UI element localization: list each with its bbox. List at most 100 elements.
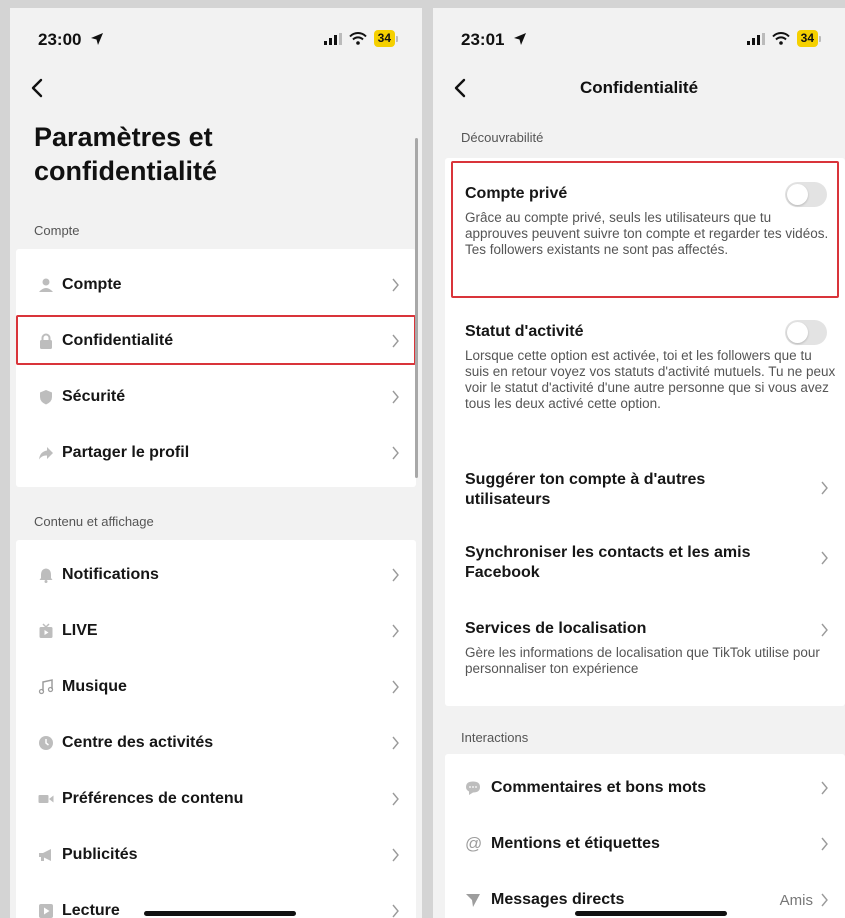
back-arrow-icon[interactable]	[28, 76, 48, 100]
location-arrow-icon	[91, 33, 104, 45]
status-time: 23:01	[461, 30, 527, 50]
left-phone-screen: 23:00 34 Paramètres et confidentialité C…	[10, 8, 422, 918]
megaphone-icon	[39, 849, 51, 861]
section-label-interactions: Interactions	[461, 730, 529, 745]
settings-item-label: Notifications	[62, 566, 159, 583]
shield-icon	[40, 390, 52, 405]
chevron-right-icon	[821, 623, 828, 637]
contenu-settings-card: Notifications LIVE Musique Centre des ac…	[16, 540, 416, 918]
setting-services-localisation[interactable]: Services de localisation Gère les inform…	[445, 598, 845, 698]
home-indicator[interactable]	[575, 911, 727, 916]
status-time: 23:00	[38, 30, 104, 50]
wifi-icon	[348, 32, 367, 45]
settings-item-label: Partager le profil	[62, 444, 190, 461]
status-icons: 34	[323, 30, 398, 47]
status-time-text: 23:00	[38, 30, 82, 49]
settings-item-label: Centre des activités	[62, 734, 214, 751]
chevron-right-icon	[392, 278, 399, 292]
settings-item-label: LIVE	[62, 622, 98, 639]
bell-icon	[39, 568, 53, 583]
scrollbar[interactable]	[415, 138, 418, 478]
setting-title: Statut d'activité	[465, 323, 584, 340]
setting-statut-activite: Statut d'activité Lorsque cette option e…	[445, 298, 845, 448]
signal-icon	[746, 32, 765, 45]
interaction-item-commentaires[interactable]: Commentaires et bons mots	[445, 760, 845, 816]
section-label-contenu: Contenu et affichage	[34, 514, 154, 529]
setting-title: Suggérer ton compte à d'autres utilisate…	[465, 471, 706, 508]
setting-title: Services de localisation	[465, 620, 647, 637]
setting-description: Gère les informations de localisation qu…	[465, 645, 820, 676]
live-tv-icon	[39, 623, 53, 638]
chevron-right-icon	[392, 848, 399, 862]
chevron-right-icon	[821, 781, 828, 795]
music-note-icon	[38, 679, 54, 695]
status-icons: 34	[746, 30, 821, 47]
settings-item-centre-activites[interactable]: Centre des activités	[16, 715, 416, 771]
share-icon	[39, 447, 53, 460]
settings-item-publicites[interactable]: Publicités	[16, 827, 416, 883]
interaction-item-label: Commentaires et bons mots	[491, 779, 707, 796]
settings-item-notifications[interactable]: Notifications	[16, 547, 416, 603]
chevron-right-icon	[392, 904, 399, 918]
comment-icon	[466, 781, 480, 795]
settings-item-preferences-contenu[interactable]: Préférences de contenu	[16, 771, 416, 827]
status-time-text: 23:01	[461, 30, 505, 49]
settings-item-label: Compte	[62, 276, 122, 293]
chevron-right-icon	[392, 446, 399, 460]
compte-settings-card: Compte Confidentialité Sécurité Partager…	[16, 249, 416, 487]
chevron-right-icon	[821, 481, 828, 495]
signal-icon	[323, 32, 342, 45]
battery-tip	[819, 35, 821, 42]
interaction-item-value: Amis	[779, 891, 813, 909]
at-icon: @	[465, 834, 483, 853]
settings-item-label: Lecture	[62, 902, 120, 918]
highlight-box-compte-prive	[451, 161, 839, 298]
chevron-right-icon	[392, 792, 399, 806]
section-label-compte: Compte	[34, 223, 80, 238]
chevron-right-icon	[821, 837, 828, 851]
person-icon	[39, 278, 53, 292]
settings-item-securite[interactable]: Sécurité	[16, 369, 416, 425]
chevron-right-icon	[821, 893, 828, 907]
location-arrow-icon	[514, 33, 527, 45]
settings-item-label: Sécurité	[62, 388, 126, 405]
send-icon	[466, 894, 480, 907]
interaction-item-label: Mentions et étiquettes	[491, 835, 660, 852]
wifi-icon	[771, 32, 790, 45]
setting-synchroniser-contacts[interactable]: Synchroniser les contacts et les amis Fa…	[445, 523, 845, 598]
settings-item-compte[interactable]: Compte	[16, 257, 416, 313]
home-indicator[interactable]	[144, 911, 296, 916]
interaction-item-mentions[interactable]: @ Mentions et étiquettes	[445, 816, 845, 872]
settings-item-partager-profil[interactable]: Partager le profil	[16, 425, 416, 481]
play-icon	[39, 904, 53, 918]
setting-title: Synchroniser les contacts et les amis Fa…	[465, 544, 751, 581]
chevron-right-icon	[392, 390, 399, 404]
settings-item-label: Préférences de contenu	[62, 790, 244, 807]
interaction-item-label: Messages directs	[491, 891, 625, 908]
video-camera-icon	[38, 795, 54, 803]
right-phone-screen: 23:01 34 Confidentialité Découvrabilité …	[433, 8, 845, 918]
chevron-right-icon	[392, 736, 399, 750]
interactions-card: Commentaires et bons mots @ Mentions et …	[445, 754, 845, 918]
highlight-box-confidentialite	[16, 315, 416, 365]
status-bar: 23:01 34	[433, 8, 845, 64]
page-title: Paramètres et confidentialité	[34, 122, 218, 186]
nav-title: Confidentialité	[579, 78, 699, 97]
chevron-right-icon	[392, 680, 399, 694]
status-bar: 23:00 34	[10, 8, 422, 64]
battery-indicator: 34	[373, 30, 395, 47]
settings-item-label: Musique	[62, 678, 127, 695]
statut-activite-toggle[interactable]	[785, 320, 827, 345]
section-label-decouvrabilite: Découvrabilité	[461, 130, 544, 145]
chevron-right-icon	[392, 568, 399, 582]
settings-item-musique[interactable]: Musique	[16, 659, 416, 715]
setting-suggerer-compte[interactable]: Suggérer ton compte à d'autres utilisate…	[445, 448, 845, 523]
settings-item-live[interactable]: LIVE	[16, 603, 416, 659]
setting-description: Lorsque cette option est activée, toi et…	[465, 348, 836, 411]
battery-indicator: 34	[796, 30, 818, 47]
chevron-right-icon	[392, 624, 399, 638]
battery-tip	[396, 35, 398, 42]
settings-item-label: Publicités	[62, 846, 138, 863]
clock-icon	[39, 736, 53, 750]
chevron-right-icon	[821, 551, 828, 565]
